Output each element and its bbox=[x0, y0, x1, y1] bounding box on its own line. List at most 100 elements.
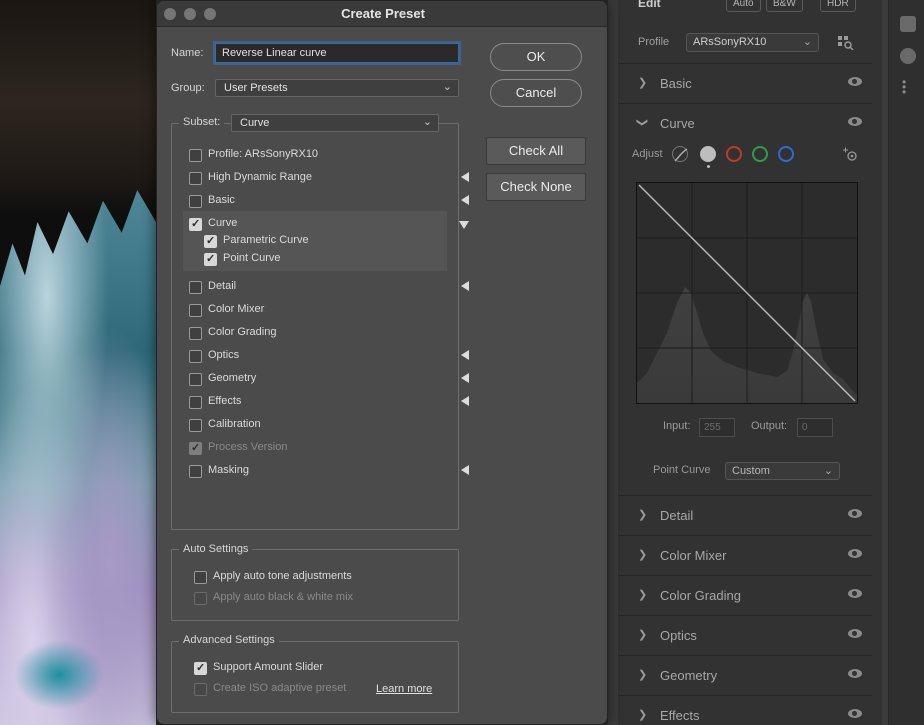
section-label: Optics bbox=[660, 628, 697, 643]
subset-item[interactable]: Color Mixer bbox=[189, 303, 453, 319]
bw-button[interactable]: B&W bbox=[766, 0, 803, 12]
edit-tool-icon[interactable] bbox=[900, 16, 916, 32]
subset-item[interactable]: Optics bbox=[189, 349, 469, 365]
eye-icon[interactable] bbox=[848, 509, 862, 518]
subset-item[interactable]: Basic bbox=[189, 194, 469, 210]
profile-browser-icon[interactable] bbox=[838, 36, 854, 51]
point-curve-graph[interactable] bbox=[636, 182, 858, 404]
chevron-right-icon: ❯ bbox=[638, 709, 648, 721]
subset-item-checkbox[interactable] bbox=[189, 149, 202, 162]
subset-item-label: Curve bbox=[208, 217, 238, 229]
eye-icon[interactable] bbox=[848, 629, 862, 638]
cancel-button[interactable]: Cancel bbox=[490, 79, 582, 107]
subset-item[interactable]: Calibration bbox=[189, 418, 453, 434]
auto-tone-option[interactable]: Apply auto tone adjustments bbox=[194, 570, 444, 586]
section-geometry[interactable]: ❯ Geometry bbox=[618, 655, 872, 694]
input-field[interactable]: 255 bbox=[699, 418, 735, 437]
subset-item-checkbox[interactable] bbox=[189, 327, 202, 340]
subset-item-label: Detail bbox=[208, 280, 237, 292]
subset-item-checkbox[interactable] bbox=[189, 373, 202, 386]
subset-item[interactable]: Geometry bbox=[189, 372, 469, 388]
section-color-grading[interactable]: ❯ Color Grading bbox=[618, 575, 872, 614]
subset-item[interactable]: Masking bbox=[189, 464, 469, 480]
amount-slider-option[interactable]: Support Amount Slider bbox=[194, 661, 444, 677]
dialog-title: Create Preset bbox=[341, 6, 425, 21]
subset-item-checkbox[interactable] bbox=[189, 195, 202, 208]
auto-bw-checkbox bbox=[194, 592, 207, 605]
targeted-adjustment-icon[interactable] bbox=[842, 146, 858, 162]
subset-item[interactable]: Detail bbox=[189, 280, 469, 296]
subset-item-checkbox[interactable] bbox=[189, 304, 202, 317]
group-dropdown[interactable]: User Presets ⌄ bbox=[215, 79, 459, 97]
blue-channel-icon[interactable] bbox=[778, 146, 794, 162]
name-label: Name: bbox=[171, 47, 204, 59]
check-all-button[interactable]: Check All bbox=[486, 137, 586, 165]
subset-item-checkbox[interactable] bbox=[189, 465, 202, 478]
subset-item-checkbox[interactable] bbox=[204, 234, 217, 248]
subset-item[interactable]: Point Curve bbox=[204, 252, 453, 268]
auto-tone-checkbox[interactable] bbox=[194, 571, 207, 584]
subset-item-checkbox[interactable] bbox=[189, 281, 202, 294]
hdr-button[interactable]: HDR bbox=[820, 0, 856, 12]
chevron-right-icon: ❯ bbox=[638, 629, 648, 641]
disclosure-left-icon[interactable] bbox=[461, 172, 469, 182]
eye-icon[interactable] bbox=[848, 549, 862, 558]
section-curve[interactable]: ❯ Curve bbox=[618, 103, 872, 142]
subset-item-checkbox[interactable] bbox=[189, 217, 202, 231]
profile-label: Profile bbox=[638, 36, 670, 48]
subset-item[interactable]: Effects bbox=[189, 395, 469, 411]
disclosure-down-icon[interactable] bbox=[459, 221, 469, 229]
disclosure-left-icon[interactable] bbox=[461, 396, 469, 406]
eye-icon[interactable] bbox=[848, 589, 862, 598]
profile-dropdown[interactable]: ARsSonyRX10 ⌄ bbox=[686, 33, 819, 52]
section-optics[interactable]: ❯ Optics bbox=[618, 615, 872, 654]
subset-item-checkbox[interactable] bbox=[189, 172, 202, 185]
section-color-mixer[interactable]: ❯ Color Mixer bbox=[618, 535, 872, 574]
subset-item-checkbox[interactable] bbox=[204, 252, 217, 266]
section-label: Color Grading bbox=[660, 588, 741, 603]
eye-icon[interactable] bbox=[848, 117, 862, 126]
eye-icon[interactable] bbox=[848, 77, 862, 86]
amount-slider-checkbox[interactable] bbox=[194, 661, 207, 675]
ok-button[interactable]: OK bbox=[490, 43, 582, 71]
subset-item[interactable]: Curve bbox=[189, 217, 469, 233]
subset-item[interactable]: High Dynamic Range bbox=[189, 171, 469, 187]
green-channel-icon[interactable] bbox=[752, 146, 768, 162]
disclosure-left-icon[interactable] bbox=[461, 195, 469, 205]
disclosure-left-icon[interactable] bbox=[461, 373, 469, 383]
output-field[interactable]: 0 bbox=[797, 418, 833, 437]
red-channel-icon[interactable] bbox=[726, 146, 742, 162]
healing-tool-icon[interactable] bbox=[900, 48, 916, 64]
subset-item[interactable]: Profile: ARsSonyRX10 bbox=[189, 148, 453, 164]
auto-button[interactable]: Auto bbox=[726, 0, 761, 12]
parametric-curve-icon[interactable] bbox=[672, 146, 688, 162]
section-detail[interactable]: ❯ Detail bbox=[618, 495, 872, 534]
subset-item[interactable]: Parametric Curve bbox=[204, 234, 453, 250]
eye-icon[interactable] bbox=[848, 709, 862, 718]
disclosure-left-icon[interactable] bbox=[461, 465, 469, 475]
preset-name-input[interactable] bbox=[215, 43, 459, 63]
subset-item-checkbox[interactable] bbox=[189, 350, 202, 363]
section-effects[interactable]: ❯ Effects bbox=[618, 695, 872, 725]
subset-dropdown[interactable]: Curve ⌄ bbox=[231, 114, 439, 132]
subset-item-checkbox[interactable] bbox=[189, 419, 202, 432]
more-tools-icon[interactable]: • • • bbox=[902, 76, 906, 98]
disclosure-left-icon[interactable] bbox=[461, 350, 469, 360]
subset-item-checkbox[interactable] bbox=[189, 396, 202, 409]
subset-value: Curve bbox=[240, 117, 270, 129]
disclosure-left-icon[interactable] bbox=[461, 281, 469, 291]
advanced-settings-title: Advanced Settings bbox=[179, 634, 279, 646]
eye-icon[interactable] bbox=[848, 669, 862, 678]
point-curve-dropdown[interactable]: Custom ⌄ bbox=[725, 462, 840, 480]
learn-more-link[interactable]: Learn more bbox=[376, 683, 432, 695]
subset-item[interactable]: Color Grading bbox=[189, 326, 453, 342]
background-photo bbox=[0, 0, 156, 725]
subset-item-checkbox bbox=[189, 441, 202, 455]
adjust-label: Adjust bbox=[632, 148, 663, 160]
section-basic[interactable]: ❯ Basic bbox=[618, 63, 872, 102]
subset-item-label: Color Mixer bbox=[208, 303, 265, 315]
check-none-button[interactable]: Check None bbox=[486, 173, 586, 201]
point-curve-white-icon[interactable] bbox=[700, 146, 716, 162]
iso-adaptive-label: Create ISO adaptive preset bbox=[213, 682, 347, 694]
subset-item-label: Geometry bbox=[208, 372, 257, 384]
